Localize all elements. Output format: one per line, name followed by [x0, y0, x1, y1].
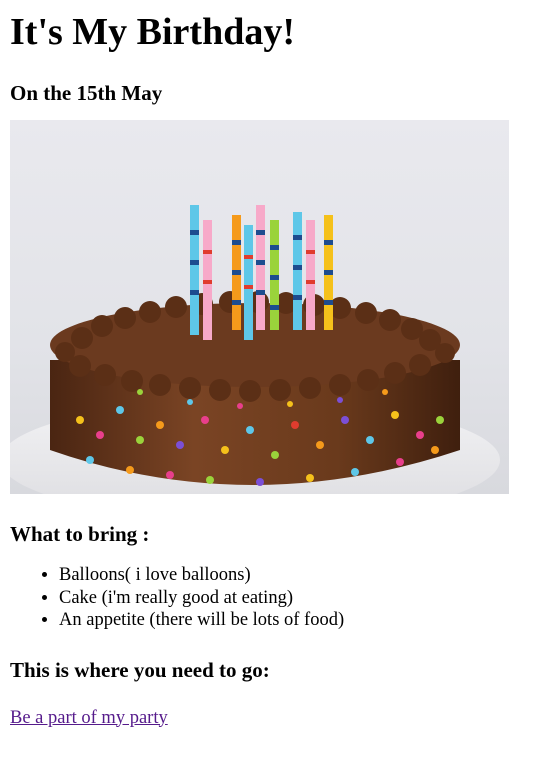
page: It's My Birthday! On the 15th May What t… — [0, 0, 543, 729]
list-item: An appetite (there will be lots of food) — [59, 609, 533, 632]
list-item: Cake (i'm really good at eating) — [59, 587, 533, 610]
where-to-go-heading: This is where you need to go: — [10, 657, 270, 682]
date-heading: On the 15th May — [10, 81, 163, 105]
party-link[interactable]: Be a part of my party — [10, 708, 168, 729]
page-title: It's My Birthday! — [10, 11, 295, 53]
what-to-bring-heading: What to bring : — [10, 522, 150, 546]
birthday-cake-image — [10, 120, 509, 494]
bring-list: Balloons( i love balloons) Cake (i'm rea… — [10, 564, 533, 632]
list-item: Balloons( i love balloons) — [59, 564, 533, 587]
